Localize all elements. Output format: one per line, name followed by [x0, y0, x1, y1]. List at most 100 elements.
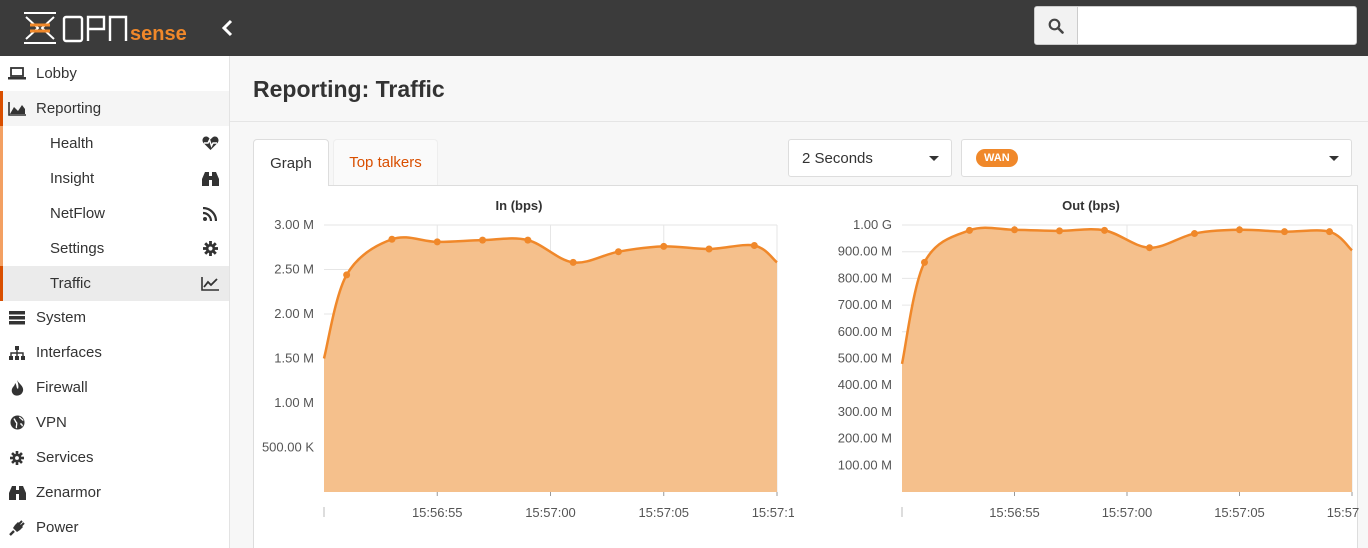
sidebar-item-power[interactable]: Power [0, 510, 229, 545]
caret-down-icon [1329, 156, 1339, 161]
sidebar-item-lobby[interactable]: Lobby [0, 56, 229, 91]
series-area [902, 227, 1352, 492]
opnsense-logo[interactable]: sense [22, 9, 197, 47]
sidebar-subitem-insight[interactable]: Insight [0, 161, 229, 196]
interval-select-value: 2 Seconds [802, 149, 873, 167]
data-point [750, 241, 758, 249]
y-tick-label: 3.00 M [274, 217, 314, 232]
search-input[interactable] [1079, 7, 1356, 44]
chart-title: Out (bps) [1062, 198, 1120, 213]
x-tick-label: 15:57:05 [1214, 505, 1265, 520]
data-point [1191, 230, 1198, 238]
gear-icon [201, 240, 219, 258]
line-chart-icon [201, 275, 219, 293]
sidebar-item-reporting[interactable]: Reporting [0, 91, 229, 126]
data-point [1056, 227, 1063, 235]
y-tick-label: 500.00 M [838, 351, 892, 366]
y-tick-label: 600.00 M [838, 324, 892, 339]
sidebar-subitem-label: NetFlow [50, 205, 106, 222]
y-tick-label: 2.50 M [274, 262, 314, 277]
sidebar-subitem-traffic[interactable]: Traffic [0, 266, 229, 301]
search-box [1034, 6, 1357, 45]
sidebar-item-label: Services [36, 449, 94, 466]
series-area [324, 237, 777, 492]
gear-icon [8, 449, 26, 467]
sidebar-item-services[interactable]: Services [0, 440, 229, 475]
sitemap-icon [8, 344, 26, 362]
sidebar-subitem-health[interactable]: Health [0, 126, 229, 161]
rss-icon [201, 205, 219, 223]
page-title: Reporting: Traffic [253, 76, 445, 102]
logo-text: sense [130, 23, 187, 45]
y-tick-label: 2.00 M [274, 306, 314, 321]
y-tick-label: 700.00 M [838, 297, 892, 312]
data-point [1011, 226, 1018, 234]
data-point [1146, 244, 1153, 252]
data-point [1281, 228, 1288, 236]
y-tick-label: 400.00 M [838, 377, 892, 392]
laptop-icon [8, 65, 26, 83]
interval-select[interactable]: 2 Seconds [788, 139, 952, 177]
data-point [569, 258, 577, 266]
sidebar-item-label: System [36, 309, 87, 326]
chevron-left-icon [221, 19, 233, 37]
fire-icon [8, 379, 26, 397]
y-tick-label: 1.50 M [274, 351, 314, 366]
y-tick-label: 1.00 M [274, 395, 314, 410]
interface-badge: WAN [976, 149, 1018, 167]
data-point [1236, 226, 1243, 234]
y-tick-label: 100.00 M [838, 457, 892, 472]
plug-icon [8, 519, 26, 537]
tab-top-talkers[interactable]: Top talkers [333, 139, 438, 185]
data-point [479, 236, 487, 244]
data-point [705, 245, 713, 253]
tab-graph[interactable]: Graph [253, 139, 329, 186]
data-point [614, 248, 622, 256]
data-point [660, 242, 668, 250]
y-tick-label: 300.00 M [838, 404, 892, 419]
search-icon [1048, 18, 1064, 34]
globe-icon [8, 414, 26, 432]
sidebar-item-label: Lobby [36, 65, 77, 82]
server-icon [8, 309, 26, 327]
sidebar-item-system[interactable]: System [0, 300, 229, 335]
y-tick-label: 200.00 M [838, 431, 892, 446]
x-tick-label: 15:56:55 [989, 505, 1040, 520]
search-button[interactable] [1035, 7, 1078, 44]
x-tick-label: 15:57:00 [525, 505, 576, 520]
x-tick-label: 15:57:05 [638, 505, 689, 520]
sidebar-subitem-netflow[interactable]: NetFlow [0, 196, 229, 231]
sidebar: Lobby Reporting Health Insight NetFlow S… [0, 56, 230, 548]
sidebar-subitem-label: Traffic [50, 275, 91, 292]
heartbeat-icon [201, 135, 219, 153]
sidebar-item-label: Power [36, 519, 79, 536]
sidebar-item-label: Firewall [36, 379, 88, 396]
data-point [433, 238, 441, 246]
y-tick-label: 500.00 K [262, 440, 314, 455]
chart-out: Out (bps) 1.00 G 900.00 M 800.00 M 700.00 M 6… [838, 198, 1359, 520]
sidebar-item-label: VPN [36, 414, 67, 431]
sidebar-item-firewall[interactable]: Firewall [0, 370, 229, 405]
graph-panel: In (bps) 3.00 M 2.50 M 2.00 M 1.50 M 1.00 M 50… [253, 185, 1359, 548]
page-header: Reporting: Traffic [230, 56, 1368, 122]
sidebar-item-zenarmor[interactable]: Zenarmor [0, 475, 229, 510]
interface-select[interactable]: WAN [961, 139, 1352, 177]
data-point [921, 258, 928, 266]
x-tick-label: 15:57:10 [752, 505, 794, 520]
y-tick-label: 900.00 M [838, 244, 892, 259]
x-tick-label: 15:56:55 [412, 505, 463, 520]
collapse-sidebar-button[interactable] [216, 16, 240, 40]
sidebar-subitem-settings[interactable]: Settings [0, 231, 229, 266]
caret-down-icon [929, 156, 939, 161]
sidebar-subitem-label: Health [50, 135, 94, 152]
data-point [388, 235, 396, 243]
sidebar-item-vpn[interactable]: VPN [0, 405, 229, 440]
y-tick-label: 1.00 G [853, 217, 892, 232]
data-point [966, 226, 973, 234]
sidebar-item-label: Reporting [36, 100, 102, 117]
sidebar-item-interfaces[interactable]: Interfaces [0, 335, 229, 370]
y-tick-label: 800.00 M [838, 270, 892, 285]
chart-title: In (bps) [496, 198, 543, 213]
area-chart-icon [8, 100, 26, 118]
data-point [524, 236, 532, 244]
